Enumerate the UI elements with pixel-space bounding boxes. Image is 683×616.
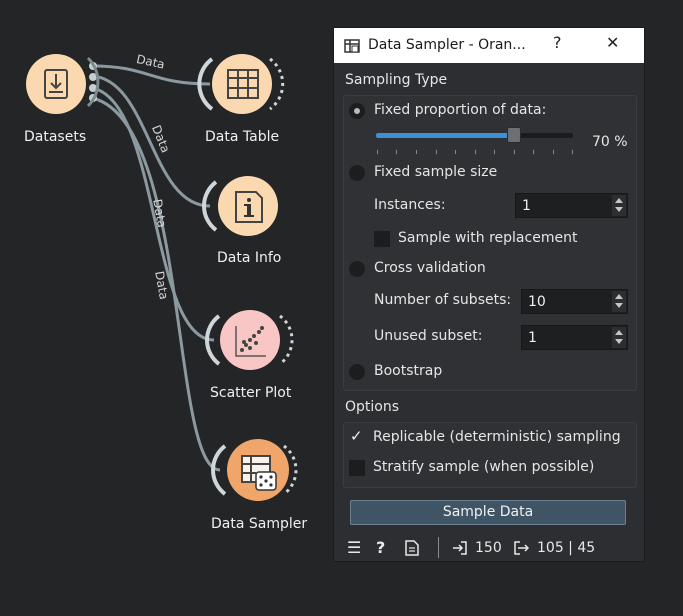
report-icon[interactable] [405,540,419,556]
cross-validation-radio[interactable] [349,261,365,277]
node-data-sampler[interactable] [211,439,298,501]
replacement-label[interactable]: Sample with replacement [398,230,577,246]
output-count: 105 | 45 [537,540,596,556]
node-label-scatter-plot: Scatter Plot [210,385,292,401]
instances-spinbox[interactable]: 1 [515,193,628,218]
fixed-size-radio[interactable] [349,165,365,181]
proportion-slider[interactable] [376,127,573,143]
bootstrap-radio[interactable] [349,364,365,380]
sampling-type-title: Sampling Type [345,72,448,88]
link-datasets-datainfo[interactable] [91,74,211,208]
node-scatter-plot[interactable] [205,310,294,370]
node-datasets[interactable] [26,54,100,114]
close-button[interactable]: ✕ [606,33,619,52]
checkmark-icon: ✓ [350,427,363,445]
sample-data-button[interactable]: Sample Data [350,500,626,525]
instances-value: 1 [522,198,531,214]
dialog-title: Data Sampler - Oran... [368,37,526,53]
replacement-checkbox[interactable] [374,231,390,247]
dialog-titlebar[interactable]: Data Sampler - Oran... ? ✕ [334,28,644,63]
options-title: Options [345,399,400,415]
subsets-stepper[interactable] [612,291,626,312]
fixed-proportion-radio[interactable] [349,103,365,119]
help-icon[interactable]: ? [376,538,385,557]
proportion-slider-fill [376,133,514,138]
stratify-checkbox[interactable] [349,460,365,476]
help-button[interactable]: ? [553,33,562,52]
cross-validation-label[interactable]: Cross validation [374,260,486,276]
node-data-table[interactable] [197,54,285,114]
unused-subset-value: 1 [528,330,537,346]
proportion-slider-handle[interactable] [507,127,521,143]
replicable-label[interactable]: Replicable (deterministic) sampling [373,429,621,445]
unused-subset-label: Unused subset: [374,328,483,344]
node-label-data-table: Data Table [205,129,280,145]
fixed-proportion-label[interactable]: Fixed proportion of data: [374,102,546,118]
app-window-icon [344,39,360,53]
subsets-label: Number of subsets: [374,292,512,308]
unused-subset-stepper[interactable] [612,327,626,348]
unused-subset-spinbox[interactable]: 1 [521,325,628,350]
proportion-value: 70 % [592,134,628,150]
instances-stepper[interactable] [612,195,626,216]
replicable-checkbox[interactable]: ✓ [349,427,365,446]
bootstrap-label[interactable]: Bootstrap [374,363,442,379]
node-data-info[interactable] [202,176,278,236]
subsets-value: 10 [528,294,546,310]
node-label-data-info: Data Info [217,250,282,266]
fixed-size-label[interactable]: Fixed sample size [374,164,497,180]
input-count: 150 [475,540,502,556]
output-icon [514,541,529,555]
node-label-data-sampler: Data Sampler [211,516,308,532]
instances-label: Instances: [374,197,446,213]
stratify-label[interactable]: Stratify sample (when possible) [373,459,594,475]
subsets-spinbox[interactable]: 10 [521,289,628,314]
menu-icon[interactable]: ☰ [347,538,361,557]
input-icon [453,541,467,555]
node-label-datasets: Datasets [24,129,87,145]
